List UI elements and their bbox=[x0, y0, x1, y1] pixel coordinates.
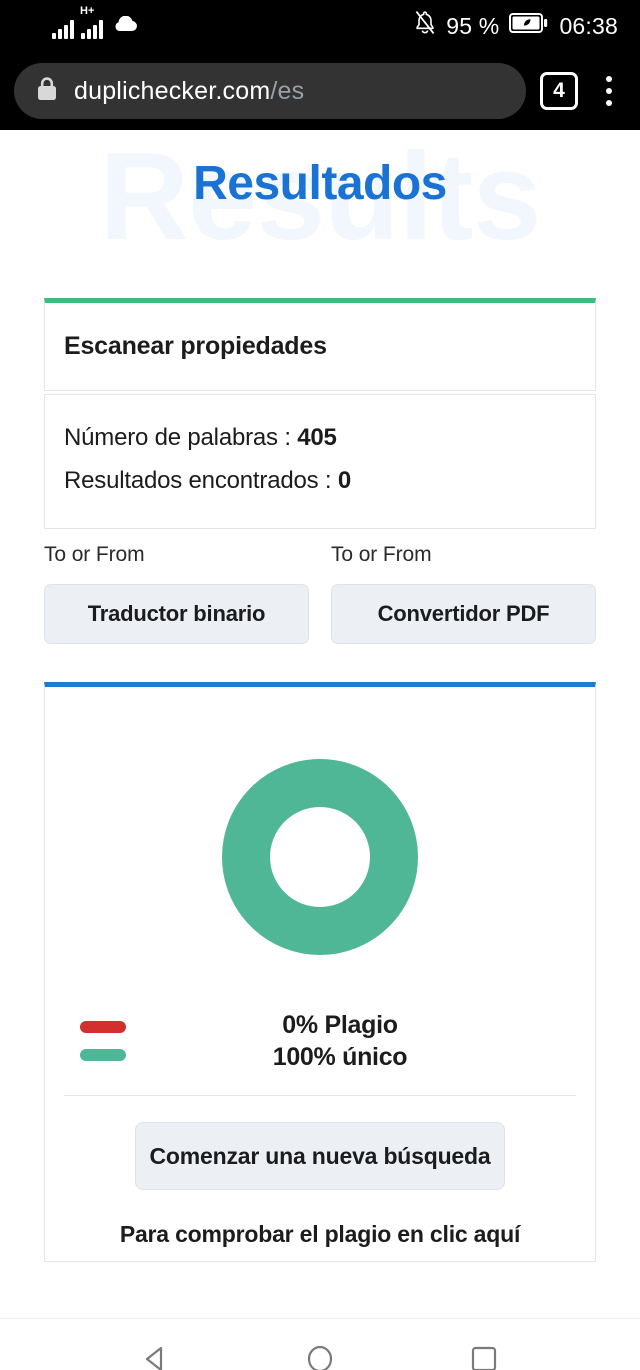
page-title: Resultados bbox=[193, 157, 447, 210]
results-found-label: Resultados encontrados : bbox=[64, 466, 332, 494]
tool-caption: To or From bbox=[44, 543, 145, 567]
scan-stats-card: Número de palabras : 405 Resultados enco… bbox=[44, 394, 596, 530]
url-domain: duplichecker.com bbox=[74, 76, 271, 105]
tool-shortcuts-row: To or From Traductor binario To or From … bbox=[44, 543, 596, 645]
plagiarism-chart-card: 0% Plagio 100% único Comenzar una nueva … bbox=[44, 682, 596, 1263]
legend-swatches bbox=[64, 1021, 184, 1062]
chart-legend: 0% Plagio 100% único bbox=[45, 1009, 595, 1073]
legend-label-plagiarism: 0% Plagio bbox=[282, 1011, 398, 1040]
word-count-row: Número de palabras : 405 bbox=[64, 417, 576, 460]
legend-swatch-unique bbox=[80, 1049, 126, 1062]
tool-shortcut-pdf: To or From Convertidor PDF bbox=[331, 543, 596, 645]
url-text: duplichecker.com/es bbox=[74, 77, 304, 106]
donut-chart bbox=[45, 687, 595, 1009]
kebab-menu-icon[interactable] bbox=[592, 69, 626, 113]
page-hero: Results Resultados bbox=[0, 130, 640, 298]
home-circle-icon[interactable] bbox=[303, 1342, 337, 1370]
battery-percent-label: 95 % bbox=[446, 12, 500, 39]
start-new-search-button[interactable]: Comenzar una nueva búsqueda bbox=[135, 1122, 505, 1191]
url-path: /es bbox=[270, 76, 305, 105]
results-found-value: 0 bbox=[337, 466, 351, 494]
bell-muted-icon bbox=[413, 10, 437, 42]
tab-counter-button[interactable]: 4 bbox=[540, 72, 578, 110]
legend-swatch-plagiarism bbox=[80, 1021, 126, 1034]
signal-bars-secondary-icon: H+ bbox=[80, 6, 103, 39]
legend-label-unique: 100% único bbox=[272, 1043, 408, 1072]
status-bar: H+ 95 % 06:38 bbox=[0, 0, 640, 52]
android-nav-bar bbox=[0, 1318, 640, 1370]
tool-shortcut-binary: To or From Traductor binario bbox=[44, 543, 309, 645]
results-found-row: Resultados encontrados : 0 bbox=[64, 460, 576, 503]
scan-properties-card: Escanear propiedades bbox=[44, 298, 596, 391]
address-bar[interactable]: duplichecker.com/es bbox=[14, 63, 526, 119]
restart-button-wrap: Comenzar una nueva búsqueda bbox=[45, 1096, 595, 1191]
phone-screen: H+ 95 % 06:38 duplichecker.com/es 4 Resu… bbox=[0, 0, 640, 1370]
browser-toolbar: duplichecker.com/es 4 bbox=[0, 52, 640, 130]
clock-label: 06:38 bbox=[559, 12, 618, 39]
content-container: Escanear propiedades Número de palabras … bbox=[0, 298, 640, 1263]
page-content: Results Resultados Escanear propiedades … bbox=[0, 130, 640, 1318]
status-bar-right-icons: 95 % 06:38 bbox=[413, 10, 618, 42]
scan-properties-title: Escanear propiedades bbox=[64, 332, 327, 360]
network-type-label: H+ bbox=[80, 5, 95, 17]
battery-saver-icon bbox=[509, 12, 549, 40]
donut-chart-svg bbox=[222, 759, 418, 956]
cloud-icon bbox=[112, 15, 138, 37]
footnote-text: Para comprobar el plagio en clic aquí bbox=[119, 1221, 521, 1248]
lock-icon bbox=[36, 76, 58, 107]
word-count-label: Número de palabras : bbox=[64, 424, 291, 451]
back-triangle-icon[interactable] bbox=[139, 1342, 173, 1370]
pdf-converter-button[interactable]: Convertidor PDF bbox=[331, 584, 596, 645]
status-bar-left-icons: H+ bbox=[52, 6, 138, 39]
legend-labels: 0% Plagio 100% único bbox=[184, 1009, 576, 1073]
binary-translator-button[interactable]: Traductor binario bbox=[44, 584, 309, 645]
donut-segment-unique bbox=[222, 759, 418, 956]
recents-square-icon[interactable] bbox=[467, 1342, 501, 1370]
signal-bars-icon bbox=[52, 19, 74, 39]
word-count-value: 405 bbox=[297, 424, 337, 451]
tool-caption: To or From bbox=[331, 543, 432, 567]
